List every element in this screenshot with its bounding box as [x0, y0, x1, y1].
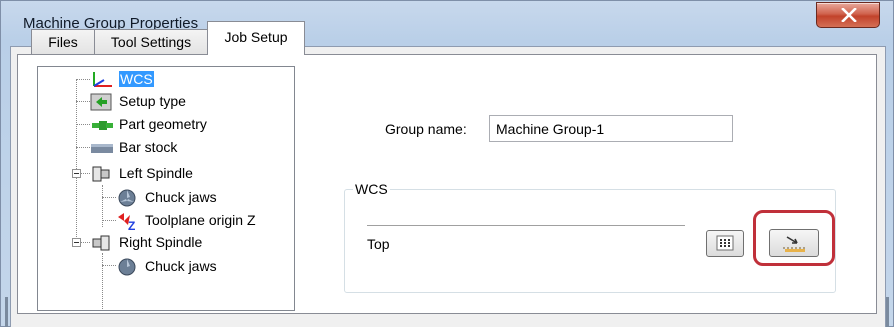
- left-spindle-icon: [90, 164, 114, 182]
- tree-connector: [76, 101, 90, 102]
- tab-label: Tool Settings: [110, 34, 192, 50]
- tree-item-label: Setup type: [119, 93, 186, 109]
- svg-text:Z: Z: [128, 219, 135, 231]
- tab-job-setup[interactable]: Job Setup: [207, 21, 305, 55]
- tree-connector: [102, 253, 103, 310]
- dialog-window: Machine Group Properties Files Tool Sett…: [0, 0, 894, 327]
- tree-item-label: Left Spindle: [119, 165, 193, 181]
- tree-connector: [76, 124, 90, 125]
- tab-files[interactable]: Files: [31, 29, 95, 54]
- tab-label: Files: [48, 34, 78, 50]
- tree-item-chuck-jaws[interactable]: Chuck jaws: [116, 186, 217, 208]
- tree-item-label: WCS: [119, 71, 154, 87]
- tree-item-label: Part geometry: [119, 116, 207, 132]
- tab-label: Job Setup: [224, 29, 288, 45]
- tree-item-toolplane-origin-z[interactable]: Z Toolplane origin Z: [116, 209, 256, 233]
- tree-connector: [76, 147, 90, 148]
- tree-item-setup-type[interactable]: Setup type: [90, 90, 186, 112]
- tree-connector: [76, 79, 90, 80]
- tree-item-part-geometry[interactable]: Part geometry: [90, 113, 207, 135]
- tree-item-bar-stock[interactable]: Bar stock: [90, 136, 177, 158]
- collapse-left-spindle-toggle[interactable]: [72, 169, 81, 178]
- tree-item-chuck-jaws[interactable]: Chuck jaws: [116, 255, 217, 277]
- wcs-plane-text: Top: [367, 236, 390, 252]
- tree-item-label: Chuck jaws: [145, 258, 217, 274]
- group-name-input[interactable]: Machine Group-1: [489, 115, 733, 142]
- close-button[interactable]: [816, 2, 880, 28]
- tree-connector: [102, 197, 116, 198]
- bar-stock-icon: [90, 138, 114, 156]
- tree-item-label: Bar stock: [119, 139, 178, 155]
- right-spindle-icon: [90, 233, 114, 251]
- tree-item-left-spindle[interactable]: Left Spindle: [90, 162, 193, 184]
- toolplane-origin-icon: Z: [116, 211, 140, 233]
- setup-tree[interactable]: WCS Setup type Part geometry Bar stock L…: [37, 66, 295, 311]
- chuck-jaws-icon: [116, 188, 140, 207]
- wcs-axes-icon: [90, 70, 114, 88]
- close-x-icon: [841, 8, 857, 22]
- tree-item-right-spindle[interactable]: Right Spindle: [90, 231, 202, 253]
- highlight-circle: [753, 210, 835, 266]
- collapse-right-spindle-toggle[interactable]: [72, 238, 81, 247]
- tree-item-wcs[interactable]: WCS: [90, 68, 154, 90]
- window-edge-right: [886, 297, 889, 327]
- part-geometry-icon: [90, 115, 114, 133]
- setup-type-icon: [90, 92, 114, 111]
- tab-tool-settings[interactable]: Tool Settings: [94, 29, 208, 54]
- tree-item-label: Toolplane origin Z: [145, 212, 256, 228]
- chuck-jaws-icon: [116, 257, 140, 276]
- plane-list-button[interactable]: [706, 230, 744, 257]
- window-edge-left: [5, 297, 8, 327]
- tree-connector: [102, 220, 116, 221]
- wcs-groupbox-legend: WCS: [353, 181, 390, 197]
- group-name-label: Group name:: [385, 121, 467, 137]
- tree-connector: [102, 265, 116, 266]
- list-grid-icon: [716, 235, 734, 251]
- wcs-plane-value: Top: [367, 225, 685, 265]
- tree-item-label: Chuck jaws: [145, 189, 217, 205]
- tree-connector: [76, 79, 77, 241]
- tree-item-label: Right Spindle: [119, 234, 203, 250]
